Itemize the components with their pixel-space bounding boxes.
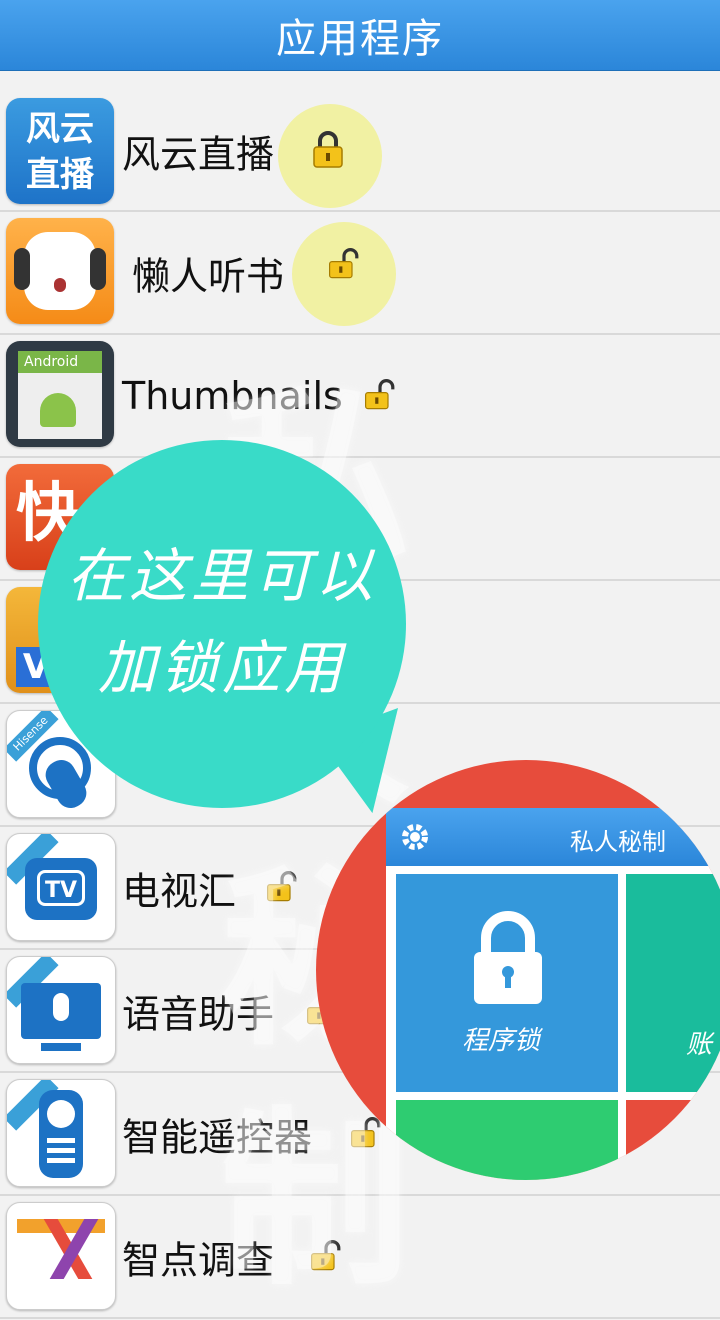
app-label: 智能遥控器: [122, 1115, 313, 1159]
tutorial-line-2: 加锁应用: [97, 634, 346, 702]
tutorial-text: 在这里可以 加锁应用: [38, 530, 406, 714]
tv-icon-text: TV: [37, 870, 85, 906]
app-row-fengyun[interactable]: 风云 直播 风云直播: [0, 92, 720, 212]
fengyun-icon-text-bottom: 直播: [26, 155, 94, 195]
survey-app-icon: [6, 1202, 116, 1310]
gear-icon: [402, 824, 428, 850]
lock-open-icon[interactable]: [310, 1236, 342, 1276]
green-tile: [396, 1100, 618, 1180]
app-label: 风云直播: [122, 132, 275, 177]
account-tile: 账: [626, 874, 720, 1092]
app-lock-tile-label: 程序锁: [462, 1026, 541, 1056]
app-label: Thumbnails: [122, 373, 343, 418]
lock-open-icon[interactable]: [364, 375, 396, 415]
tv-app-icon: TV: [6, 833, 116, 941]
lock-closed-icon[interactable]: [312, 130, 344, 170]
thumbnails-app-icon: Android: [6, 341, 114, 447]
account-tile-label: 账: [686, 1030, 713, 1060]
red-tile: [626, 1100, 720, 1180]
preview-title-bar: 私人秘制: [386, 808, 720, 866]
lock-icon: [474, 911, 542, 1004]
title-bar: 应用程序: [0, 0, 720, 71]
page-title: 应用程序: [276, 16, 444, 62]
app-row-survey[interactable]: 智点调查: [0, 1196, 720, 1319]
fengyun-app-icon: 风云 直播: [6, 98, 114, 204]
microphone-app-icon: [6, 956, 116, 1064]
app-label: 电视汇: [122, 869, 237, 913]
app-row-thumbnails[interactable]: Android Thumbnails: [0, 335, 720, 458]
preview-zoom-circle: 私人秘制 程序锁 账: [316, 760, 720, 1180]
lanren-app-icon: [6, 218, 114, 324]
fengyun-icon-text-top: 风云: [26, 109, 94, 149]
tutorial-line-1: 在这里可以: [66, 542, 377, 610]
preview-title: 私人秘制: [570, 828, 666, 856]
app-lock-tile: 程序锁: [396, 874, 618, 1092]
app-label: 语音助手: [122, 992, 275, 1036]
preview-screen: 私人秘制 程序锁 账: [386, 808, 720, 1180]
app-row-lanren[interactable]: 懒人听书: [0, 212, 720, 335]
lock-open-icon[interactable]: [328, 244, 360, 284]
thumbnails-icon-text: Android: [18, 351, 102, 373]
lock-open-icon[interactable]: [266, 867, 298, 907]
app-label: 懒人听书: [132, 254, 285, 298]
app-label: 智点调查: [122, 1238, 275, 1282]
remote-control-app-icon: [6, 1079, 116, 1187]
